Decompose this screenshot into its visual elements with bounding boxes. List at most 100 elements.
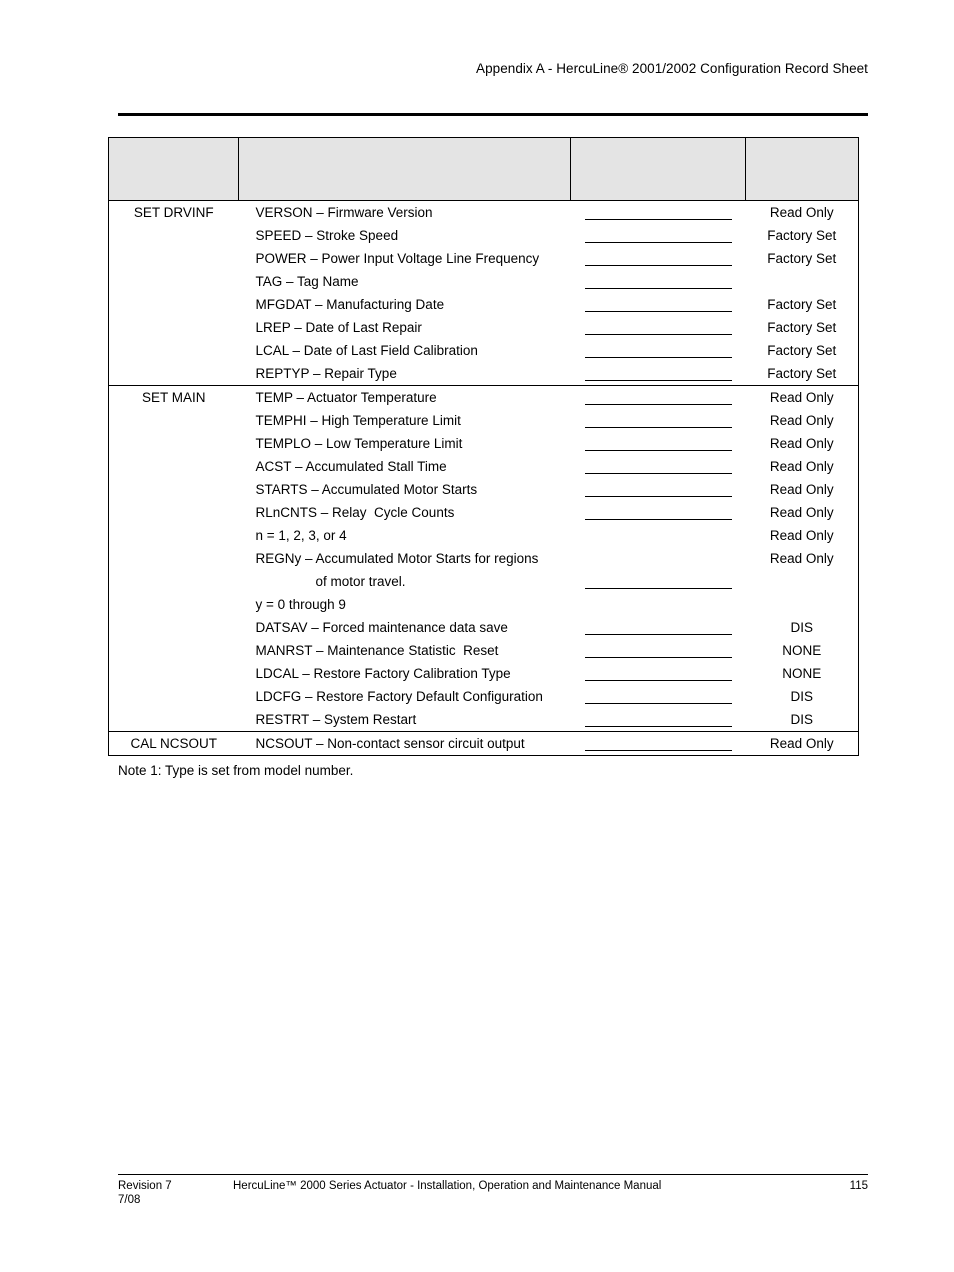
value-write-in-line[interactable]: [584, 732, 732, 751]
value-write-in-line[interactable]: [584, 708, 732, 727]
status-text: Read Only: [769, 482, 834, 497]
parameter-text: REGNy – Accumulated Motor Starts for reg…: [255, 551, 539, 566]
value-write-in-line[interactable]: [584, 685, 732, 704]
parameter-cell: LREP – Date of Last Repair: [238, 316, 571, 339]
status-text: Read Only: [769, 551, 834, 566]
parameter-text: STARTS – Accumulated Motor Starts: [255, 482, 478, 497]
value-write-in-line[interactable]: [584, 201, 732, 220]
status-text: Read Only: [769, 736, 834, 751]
menu-group-text: SET DRVINF: [133, 205, 214, 220]
value-write-in-line[interactable]: [584, 616, 732, 635]
value-cell: [570, 547, 746, 593]
footer-revision: Revision 7 7/08: [118, 1180, 172, 1206]
column-header-parameter: [238, 137, 571, 201]
value-write-in-line[interactable]: [584, 386, 732, 405]
table-row: CAL NCSOUT NCSOUT – Non-contact sensor ci…: [108, 731, 859, 756]
parameter-cell: TEMP – Actuator Temperature: [238, 385, 571, 409]
value-write-in-line[interactable]: [584, 662, 732, 681]
column-header-menu: [108, 137, 239, 201]
menu-group-label: CAL NCSOUT: [108, 731, 239, 756]
table-row: SET MAIN TEMP – Actuator Temperature Read …: [108, 385, 859, 409]
table-row: TEMPHI – High Temperature Limit Read Only: [108, 409, 859, 432]
value-write-in-line[interactable]: [584, 432, 732, 451]
footer-manual-title: HercuLine™ 2000 Series Actuator - Instal…: [233, 1180, 662, 1192]
value-cell: [570, 432, 746, 455]
status-text: Read Only: [769, 413, 834, 428]
value-write-in-line[interactable]: [584, 409, 732, 428]
value-write-in-line[interactable]: [584, 639, 732, 658]
status-text: DIS: [790, 620, 813, 635]
table-row: REGNy – Accumulated Motor Starts for reg…: [108, 547, 859, 593]
value-cell: [570, 639, 746, 662]
value-write-in-line[interactable]: [584, 455, 732, 474]
table-row: STARTS – Accumulated Motor Starts Read On…: [108, 478, 859, 501]
parameter-text: POWER – Power Input Voltage Line Frequen…: [255, 251, 540, 266]
status-text: NONE: [782, 666, 822, 681]
value-write-in-line[interactable]: [584, 270, 732, 289]
parameter-cell: VERSON – Firmware Version: [238, 200, 571, 224]
column-header-value: [570, 137, 746, 201]
table-body: SET DRVINF VERSON – Firmware Version Read …: [108, 200, 859, 756]
status-text: Read Only: [769, 436, 834, 451]
menu-group-label: [108, 708, 239, 732]
status-text: Factory Set: [767, 366, 837, 381]
menu-group-label: [108, 293, 239, 316]
value-cell: [570, 593, 746, 616]
parameter-cell: TEMPHI – High Temperature Limit: [238, 409, 571, 432]
parameter-text: SPEED – Stroke Speed: [255, 228, 399, 243]
status-cell: Read Only: [745, 432, 859, 455]
value-cell: [570, 455, 746, 478]
menu-group-label: [108, 616, 239, 639]
parameter-text: RLnCNTS – Relay Cycle Counts: [255, 505, 455, 520]
parameter-cell: LDCAL – Restore Factory Calibration Type: [238, 662, 571, 685]
status-cell: Read Only: [745, 409, 859, 432]
table-row: ACST – Accumulated Stall Time Read Only: [108, 455, 859, 478]
status-text: [746, 270, 859, 293]
menu-group-label: [108, 432, 239, 455]
value-cell: [570, 270, 746, 293]
menu-group-label: SET DRVINF: [108, 200, 239, 224]
value-write-in-line[interactable]: [584, 501, 732, 520]
parameter-text: REPTYP – Repair Type: [255, 366, 397, 381]
parameter-text: MANRST – Maintenance Statistic Reset: [255, 643, 499, 658]
menu-group-label: [108, 339, 239, 362]
parameter-cell: REPTYP – Repair Type: [238, 362, 571, 386]
value-write-in-line[interactable]: [584, 339, 732, 358]
value-cell: [570, 316, 746, 339]
parameter-cell: RESTRT – System Restart: [238, 708, 571, 732]
value-write-in-line[interactable]: [584, 247, 732, 266]
table-row: RESTRT – System Restart DIS: [108, 708, 859, 732]
menu-group-label: [108, 409, 239, 432]
menu-group-label: [108, 501, 239, 524]
status-cell: DIS: [745, 708, 859, 732]
value-write-in-line[interactable]: [584, 547, 732, 589]
value-cell: [570, 524, 746, 547]
table-row: n = 1, 2, 3, or 4 Read Only: [108, 524, 859, 547]
value-cell: [570, 385, 746, 409]
table-row: TAG – Tag Name: [108, 270, 859, 293]
value-write-in-line[interactable]: [584, 478, 732, 497]
status-cell: [745, 270, 859, 293]
parameter-text: ACST – Accumulated Stall Time: [255, 459, 447, 474]
parameter-cell: MANRST – Maintenance Statistic Reset: [238, 639, 571, 662]
value-write-in-line[interactable]: [584, 316, 732, 335]
status-text: Factory Set: [767, 251, 837, 266]
value-write-in-line[interactable]: [584, 224, 732, 243]
table-row: MANRST – Maintenance Statistic Reset NONE: [108, 639, 859, 662]
parameter-cell: SPEED – Stroke Speed: [238, 224, 571, 247]
parameter-cell: TEMPLO – Low Temperature Limit: [238, 432, 571, 455]
value-write-in-line[interactable]: [584, 362, 732, 381]
status-text: Factory Set: [767, 320, 837, 335]
menu-group-label: [108, 247, 239, 270]
value-write-in-line[interactable]: [584, 293, 732, 312]
document-page: Appendix A - HercuLine® 2001/2002 Config…: [0, 0, 954, 1272]
parameter-text: TEMPLO – Low Temperature Limit: [255, 436, 463, 451]
parameter-text: LCAL – Date of Last Field Calibration: [255, 343, 478, 358]
parameter-cell: n = 1, 2, 3, or 4: [238, 524, 571, 547]
parameter-text: VERSON – Firmware Version: [255, 205, 433, 220]
status-cell: Factory Set: [745, 293, 859, 316]
status-text: Factory Set: [767, 228, 837, 243]
table-row: SET DRVINF VERSON – Firmware Version Read …: [108, 200, 859, 224]
status-cell: NONE: [745, 639, 859, 662]
menu-group-label: SET MAIN: [108, 385, 239, 409]
